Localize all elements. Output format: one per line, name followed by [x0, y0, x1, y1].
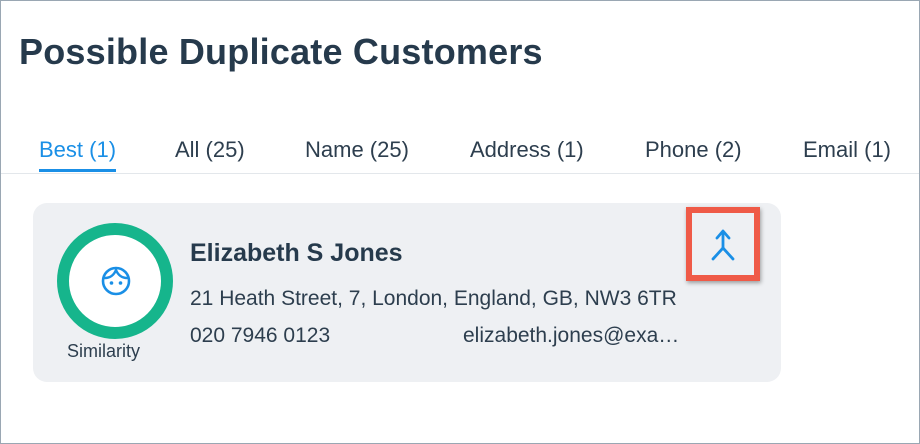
customer-address: 21 Heath Street, 7, London, England, GB,… — [190, 287, 677, 310]
tab-email[interactable]: Email (1) — [803, 135, 891, 171]
tab-name[interactable]: Name (25) — [305, 135, 409, 171]
customer-email: elizabeth.jones@exa… — [463, 324, 680, 347]
similarity-label: Similarity — [67, 341, 141, 361]
customer-name: Elizabeth S Jones — [190, 239, 403, 267]
page-title: Possible Duplicate Customers — [19, 31, 543, 72]
merge-icon — [711, 229, 735, 261]
tab-all[interactable]: All (25) — [175, 135, 245, 171]
duplicate-customer-card[interactable]: Similarity Elizabeth S Jones 21 Heath St… — [33, 203, 781, 382]
tab-phone[interactable]: Phone (2) — [645, 135, 742, 171]
tab-address[interactable]: Address (1) — [470, 135, 584, 171]
filter-tabs: Best (1) All (25) Name (25) Address (1) … — [1, 135, 919, 174]
similarity-ring — [57, 223, 173, 339]
window-frame: Possible Duplicate Customers Best (1) Al… — [0, 0, 920, 444]
tab-best[interactable]: Best (1) — [39, 135, 117, 172]
customer-phone: 020 7946 0123 — [190, 324, 331, 347]
merge-button[interactable] — [686, 207, 760, 281]
person-face-icon — [101, 266, 131, 296]
